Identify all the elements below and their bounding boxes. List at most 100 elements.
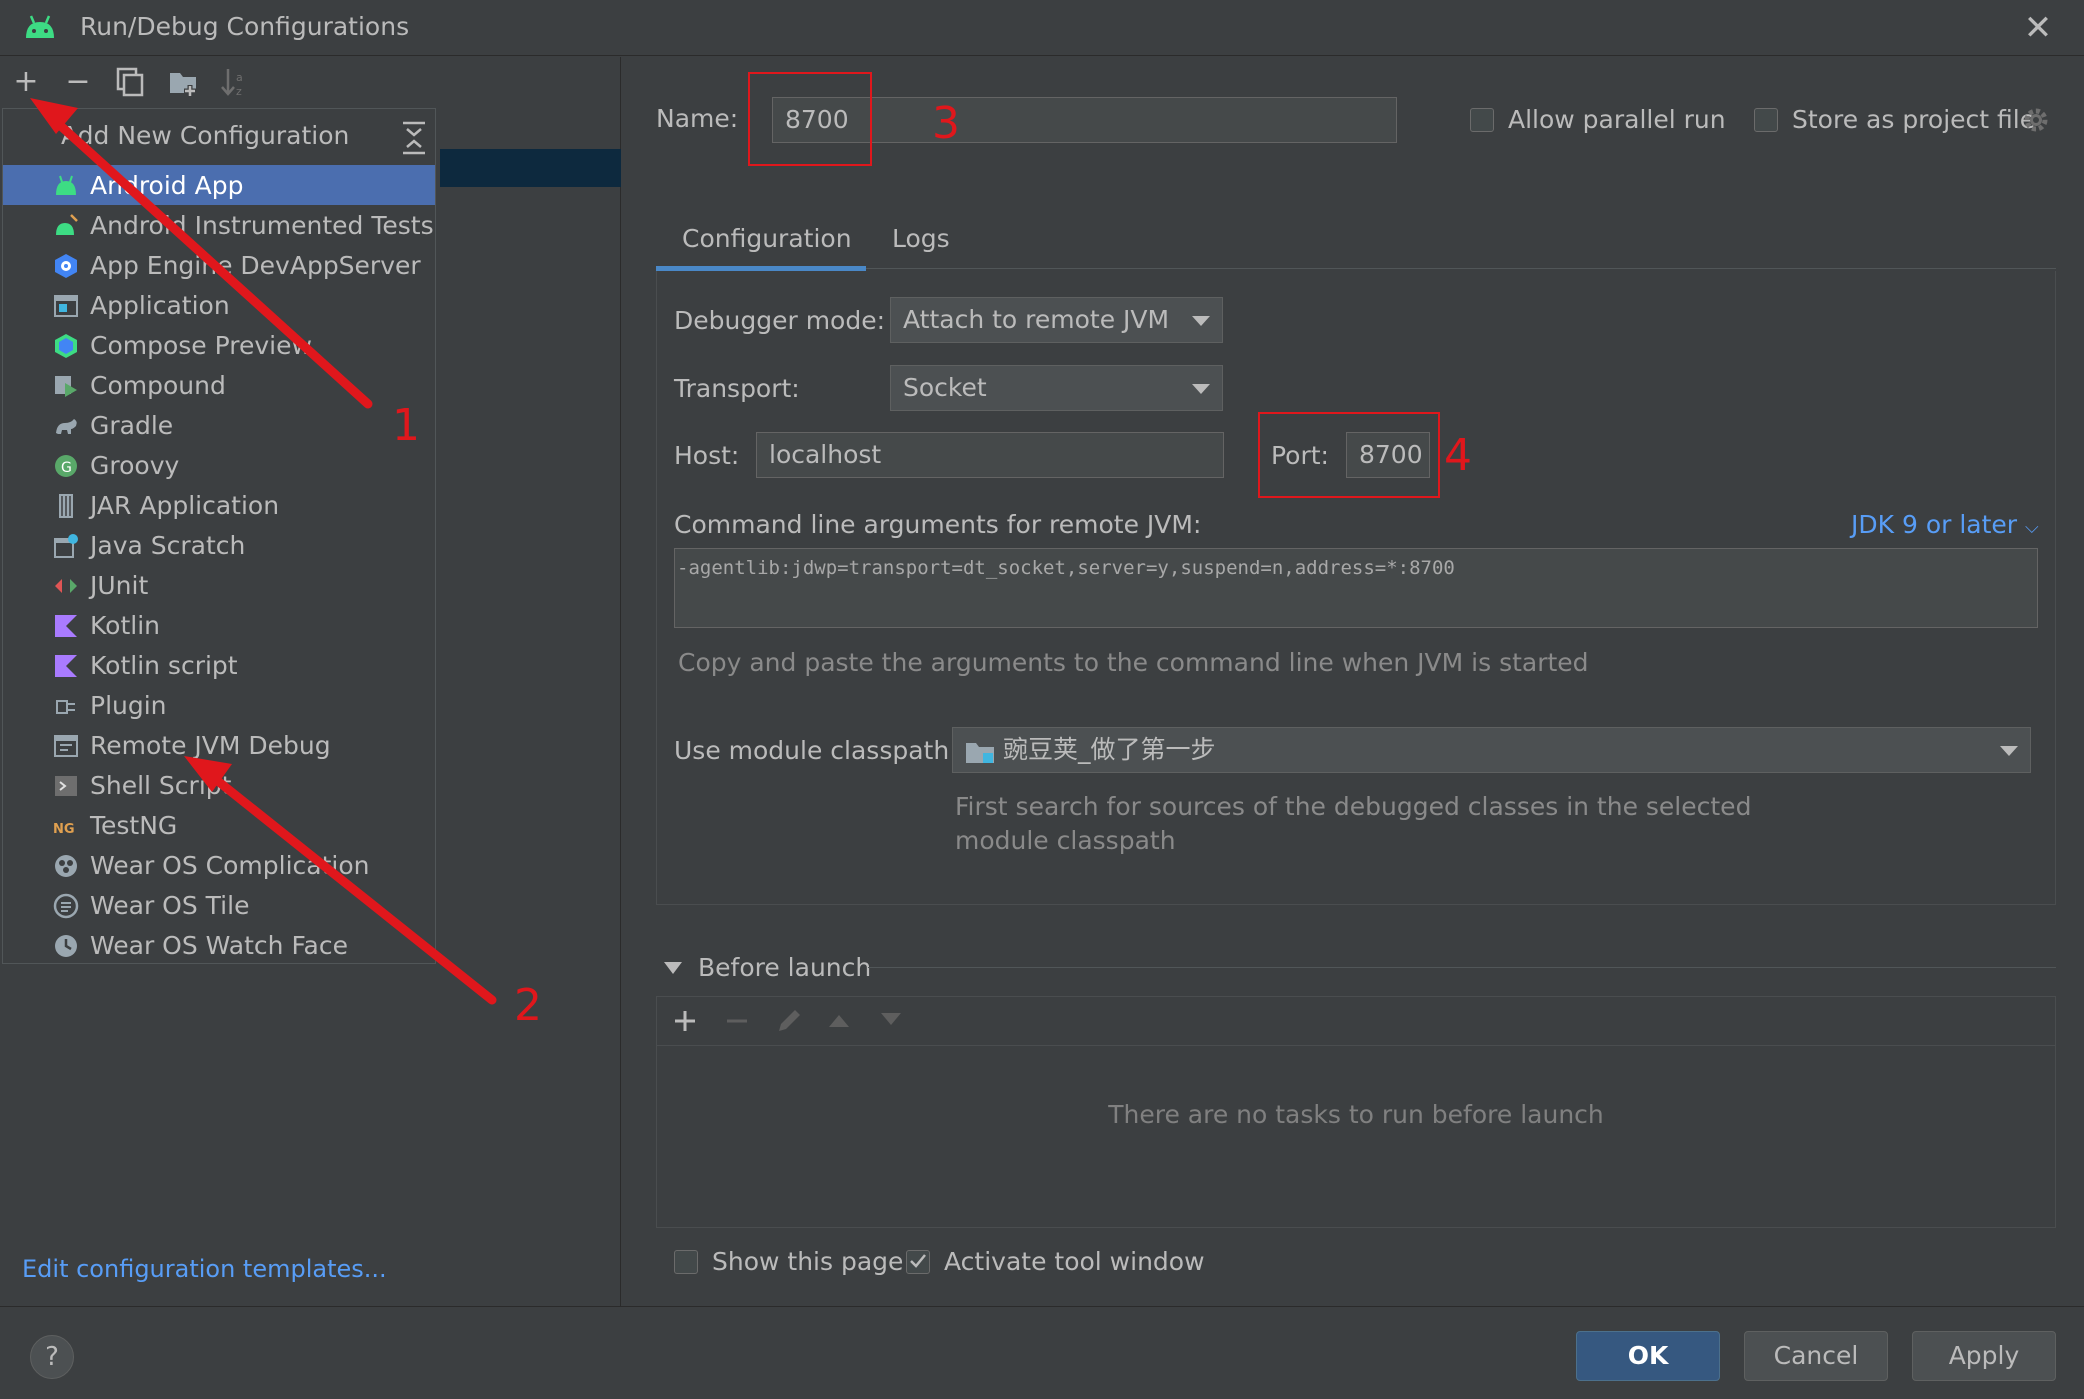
cancel-button[interactable]: Cancel	[1744, 1331, 1888, 1381]
plugin-icon	[56, 700, 75, 714]
popup-title: Add New Configuration	[61, 121, 350, 150]
move-up-icon[interactable]	[827, 1011, 851, 1029]
expand-triangle-icon[interactable]	[663, 961, 683, 975]
help-button[interactable]: ?	[30, 1335, 74, 1379]
popup-item[interactable]: Compose Preview	[3, 325, 435, 365]
popup-item[interactable]: Remote JVM Debug	[3, 725, 435, 765]
popup-item-label: Kotlin script	[90, 651, 238, 680]
show-this-page-checkbox[interactable]	[674, 1250, 698, 1274]
popup-item-label: JAR Application	[90, 491, 280, 520]
popup-item-label: JUnit	[90, 571, 149, 600]
remove-configuration-button[interactable]: −	[58, 62, 98, 102]
popup-item[interactable]: Android App	[3, 165, 435, 205]
title-bar: Run/Debug Configurations ✕	[0, 0, 2084, 56]
popup-item[interactable]: Wear OS Watch Face	[3, 925, 435, 965]
popup-item-label: Wear OS Complication	[90, 851, 370, 880]
module-classpath-hint-line1: First search for sources of the debugged…	[955, 792, 1752, 821]
popup-item-label: App Engine DevAppServer	[90, 251, 421, 280]
debugger-mode-label: Debugger mode:	[674, 306, 886, 335]
ok-button[interactable]: OK	[1576, 1331, 1720, 1381]
name-label: Name:	[656, 104, 739, 133]
popup-item[interactable]: Kotlin	[3, 605, 435, 645]
store-as-project-file-label: Store as project file	[1792, 105, 2036, 134]
annotation-box-port	[1258, 412, 1440, 498]
compose-icon	[55, 334, 77, 358]
jdk-version-dropdown[interactable]: JDK 9 or later ⌵	[1851, 510, 2039, 539]
move-down-icon[interactable]	[879, 1011, 903, 1029]
popup-item[interactable]: Java Scratch	[3, 525, 435, 565]
svg-text:z: z	[236, 85, 242, 97]
before-launch-toolbar	[656, 996, 2056, 1046]
popup-item[interactable]: Gradle	[3, 405, 435, 445]
popup-item[interactable]: NG TestNG	[3, 805, 435, 845]
popup-item-label: Compose Preview	[90, 331, 312, 360]
add-configuration-button[interactable]: +	[6, 62, 46, 102]
tree-selected-row[interactable]	[440, 149, 621, 187]
add-task-icon[interactable]	[673, 1009, 697, 1033]
command-line-hint: Copy and paste the arguments to the comm…	[678, 648, 1589, 677]
popup-item[interactable]: App Engine DevAppServer	[3, 245, 435, 285]
annotation-number-1: 1	[392, 400, 420, 451]
command-line-args-field[interactable]: -agentlib:jdwp=transport=dt_socket,serve…	[674, 548, 2038, 628]
remove-task-icon[interactable]	[725, 1009, 749, 1033]
application-icon	[54, 295, 78, 317]
popup-item-label: Wear OS Watch Face	[90, 931, 348, 960]
edit-configuration-templates-link[interactable]: Edit configuration templates...	[22, 1255, 387, 1283]
tab-configuration[interactable]: Configuration	[682, 224, 852, 253]
popup-item-label: Shell Script	[90, 771, 232, 800]
popup-item[interactable]: JAR Application	[3, 485, 435, 525]
popup-item[interactable]: JUnit	[3, 565, 435, 605]
popup-item[interactable]: Compound	[3, 365, 435, 405]
sort-icon[interactable]: a z	[220, 67, 248, 97]
allow-parallel-run-label: Allow parallel run	[1508, 105, 1726, 134]
popup-item-label: Remote JVM Debug	[90, 731, 331, 760]
compound-icon	[55, 376, 77, 397]
popup-item[interactable]: Plugin	[3, 685, 435, 725]
testng-icon: NG	[53, 822, 75, 837]
popup-item-label: Wear OS Tile	[90, 891, 250, 920]
store-as-project-file-checkbox[interactable]	[1754, 108, 1778, 132]
junit-icon	[55, 579, 77, 593]
popup-item[interactable]: Kotlin script	[3, 645, 435, 685]
wear-complication-icon	[55, 855, 77, 877]
android-test-icon	[56, 214, 78, 235]
popup-item[interactable]: Shell Script	[3, 765, 435, 805]
dialog-button-bar: ? OK Cancel Apply	[0, 1306, 2084, 1399]
popup-item[interactable]: Wear OS Tile	[3, 885, 435, 925]
popup-item[interactable]: Application	[3, 285, 435, 325]
apply-button[interactable]: Apply	[1912, 1331, 2056, 1381]
close-button[interactable]: ✕	[2020, 10, 2056, 46]
popup-item-label: Groovy	[90, 451, 180, 480]
java-scratch-icon	[54, 534, 78, 558]
transport-select[interactable]: Socket	[890, 365, 1223, 411]
before-launch-empty-text: There are no tasks to run before launch	[1108, 1100, 1604, 1129]
tab-logs[interactable]: Logs	[892, 224, 950, 253]
activate-tool-window-checkbox[interactable]	[906, 1250, 930, 1274]
allow-parallel-run-checkbox[interactable]	[1470, 108, 1494, 132]
before-launch-task-list[interactable]: There are no tasks to run before launch	[656, 1046, 2056, 1228]
collapse-all-icon[interactable]	[399, 115, 429, 155]
popup-item-label: TestNG	[90, 811, 178, 840]
popup-item[interactable]: Android Instrumented Tests	[3, 205, 435, 245]
host-input[interactable]: localhost	[756, 432, 1224, 478]
svg-text:NG: NG	[53, 822, 75, 837]
module-classpath-select[interactable]: 豌豆荚_做了第一步	[952, 727, 2031, 773]
module-classpath-hint-line2: module classpath	[955, 826, 1176, 855]
module-classpath-value: 豌豆荚_做了第一步	[1003, 735, 1216, 764]
popup-item[interactable]: Wear OS Complication	[3, 845, 435, 885]
new-folder-icon[interactable]	[168, 69, 200, 97]
debugger-mode-select[interactable]: Attach to remote JVM	[890, 297, 1223, 343]
window-title: Run/Debug Configurations	[80, 12, 410, 41]
chevron-down-icon	[1192, 384, 1210, 394]
debugger-mode-value: Attach to remote JVM	[903, 305, 1170, 334]
command-line-args-label: Command line arguments for remote JVM:	[674, 510, 1202, 539]
wear-tile-icon	[53, 893, 79, 919]
popup-item[interactable]: G Groovy	[3, 445, 435, 485]
popup-item-label: Kotlin	[90, 611, 160, 640]
gear-icon[interactable]	[2022, 106, 2050, 134]
edit-task-icon[interactable]	[775, 1007, 803, 1035]
annotation-number-2: 2	[514, 980, 542, 1031]
annotation-number-3: 3	[932, 98, 960, 149]
copy-configuration-icon[interactable]	[116, 67, 144, 97]
show-this-page-label: Show this page	[712, 1247, 904, 1276]
